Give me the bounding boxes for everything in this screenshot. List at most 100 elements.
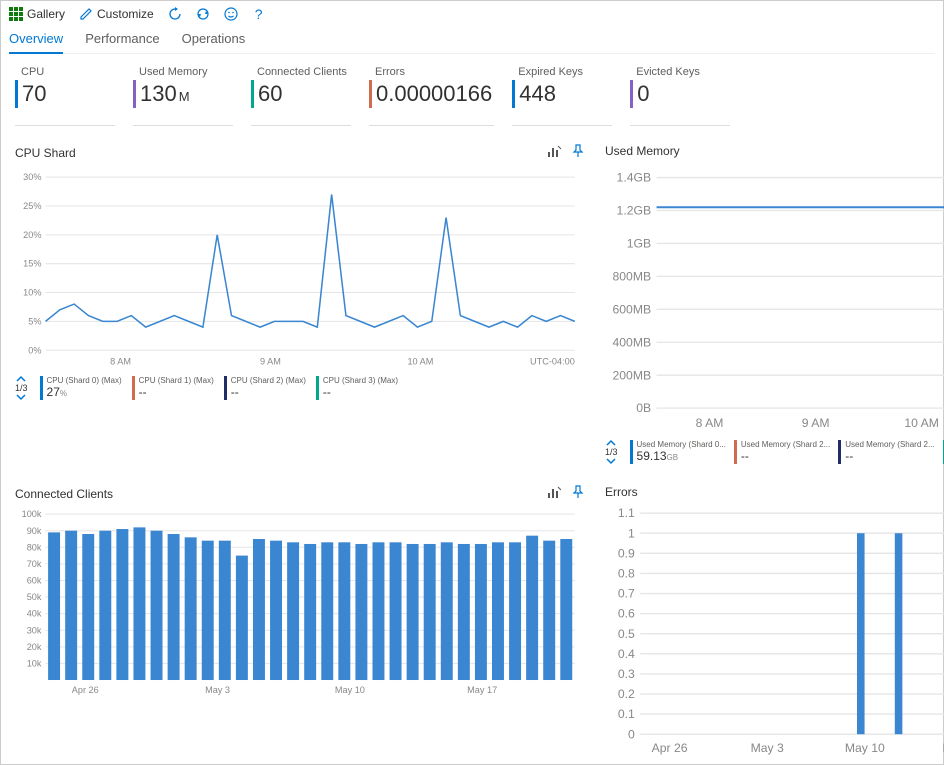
svg-text:600MB: 600MB — [612, 302, 651, 316]
sparkline — [251, 112, 351, 126]
svg-text:1.1: 1.1 — [618, 506, 635, 520]
metric-card[interactable]: Used Memory 130M — [133, 66, 233, 126]
metric-value: 130M — [140, 81, 190, 107]
svg-text:0.2: 0.2 — [618, 687, 635, 701]
refresh-button[interactable] — [168, 7, 182, 21]
metric-card[interactable]: CPU 70 — [15, 66, 115, 126]
sparkline — [133, 112, 233, 126]
svg-text:8 AM: 8 AM — [696, 416, 724, 430]
chevron-up-icon[interactable] — [16, 375, 26, 383]
chart-title: CPU Shard — [15, 146, 76, 160]
sparkline — [512, 112, 612, 126]
bar-chart-icon[interactable] — [547, 144, 561, 161]
svg-text:9 AM: 9 AM — [802, 416, 830, 430]
metric-card[interactable]: Connected Clients 60 — [251, 66, 351, 126]
legend-item[interactable]: Used Memory (Shard 2... -- — [838, 440, 934, 464]
pin-icon[interactable] — [571, 144, 585, 161]
gallery-label: Gallery — [27, 7, 65, 21]
svg-text:15%: 15% — [23, 259, 41, 269]
svg-text:0B: 0B — [636, 401, 651, 415]
cpu-line-chart[interactable]: 0%5%10%15%20%25%30%8 AM9 AM10 AMUTC-04:0… — [15, 167, 585, 371]
gallery-icon — [9, 7, 23, 21]
metric-card[interactable]: Expired Keys 448 — [512, 66, 612, 126]
svg-text:10 AM: 10 AM — [904, 416, 939, 430]
metric-value: 448 — [519, 81, 558, 107]
sparkline — [15, 112, 115, 126]
legend-pager[interactable]: 1/3 — [605, 439, 618, 465]
tab-operations[interactable]: Operations — [182, 27, 246, 53]
help-button[interactable]: ? — [252, 7, 266, 21]
legend-item[interactable]: CPU (Shard 3) (Max) -- — [316, 376, 398, 400]
metric-label: Expired Keys — [512, 66, 612, 78]
metric-label: CPU — [15, 66, 115, 78]
chevron-down-icon[interactable] — [606, 457, 616, 465]
svg-text:70k: 70k — [27, 559, 42, 569]
svg-text:1: 1 — [628, 527, 635, 541]
pin-icon[interactable] — [571, 485, 585, 502]
svg-text:1.4GB: 1.4GB — [617, 171, 652, 185]
metric-value: 0 — [637, 81, 651, 107]
svg-text:May 3: May 3 — [205, 685, 230, 695]
metric-value: 0.00000166 — [376, 81, 494, 107]
legend-pager[interactable]: 1/3 — [15, 375, 28, 401]
refresh-icon — [168, 7, 182, 21]
svg-text:0.5: 0.5 — [618, 627, 635, 641]
svg-text:1.2GB: 1.2GB — [617, 204, 652, 218]
legend-item[interactable]: CPU (Shard 0) (Max) 27% — [40, 376, 122, 400]
svg-text:0.6: 0.6 — [618, 607, 635, 621]
tab-performance[interactable]: Performance — [85, 27, 159, 53]
svg-text:60k: 60k — [27, 576, 42, 586]
errors-bar-chart[interactable]: 00.10.20.30.40.50.60.70.80.911.1Apr 26Ma… — [605, 505, 944, 756]
sparkline — [369, 112, 494, 126]
svg-text:30k: 30k — [27, 626, 42, 636]
metric-card[interactable]: Errors 0.00000166 — [369, 66, 494, 126]
memory-line-chart[interactable]: 0B200MB400MB600MB800MB1GB1.2GB1.4GB8 AM9… — [605, 164, 944, 435]
svg-text:UTC-04:00: UTC-04:00 — [530, 356, 575, 366]
svg-text:May 3: May 3 — [751, 741, 784, 755]
chart-cpu-shard: CPU Shard 0%5%10%15%20%25%30%8 AM9 AM10 … — [15, 144, 585, 465]
toolbar: Gallery Customize ? — [9, 5, 935, 27]
cpu-legend: 1/3 CPU (Shard 0) (Max) 27% CPU (Shard 1… — [15, 375, 585, 401]
legend-item[interactable]: CPU (Shard 2) (Max) -- — [224, 376, 306, 400]
svg-text:25%: 25% — [23, 201, 41, 211]
svg-text:90k: 90k — [27, 526, 42, 536]
svg-text:Apr 26: Apr 26 — [72, 685, 99, 695]
gallery-button[interactable]: Gallery — [9, 7, 65, 21]
tab-overview[interactable]: Overview — [9, 27, 63, 54]
legend-item[interactable]: CPU (Shard 1) (Max) -- — [132, 376, 214, 400]
clients-bar-chart[interactable]: 10k20k30k40k50k60k70k80k90k100kApr 26May… — [15, 508, 585, 696]
auto-refresh-icon — [196, 7, 210, 21]
chevron-up-icon[interactable] — [606, 439, 616, 447]
svg-text:0.1: 0.1 — [618, 707, 635, 721]
metric-label: Connected Clients — [251, 66, 351, 78]
svg-text:400MB: 400MB — [612, 335, 651, 349]
svg-text:May 10: May 10 — [335, 685, 365, 695]
customize-label: Customize — [97, 7, 154, 21]
svg-text:0.9: 0.9 — [618, 547, 635, 561]
svg-text:0.3: 0.3 — [618, 667, 635, 681]
svg-text:May 17: May 17 — [467, 685, 497, 695]
feedback-button[interactable] — [224, 7, 238, 21]
bar-chart-icon[interactable] — [547, 485, 561, 502]
chart-title: Connected Clients — [15, 487, 113, 501]
svg-text:10%: 10% — [23, 288, 41, 298]
svg-text:10 AM: 10 AM — [407, 356, 433, 366]
metric-value: 70 — [22, 81, 48, 107]
legend-item[interactable]: Used Memory (Shard 0... 59.13GB — [630, 440, 726, 464]
metrics-row: CPU 70 Used Memory 130M Connected Client… — [15, 66, 935, 126]
chevron-down-icon[interactable] — [16, 393, 26, 401]
mem-legend: 1/3 Used Memory (Shard 0... 59.13GB Used… — [605, 439, 944, 465]
help-icon: ? — [252, 7, 266, 21]
metric-card[interactable]: Evicted Keys 0 — [630, 66, 730, 126]
customize-button[interactable]: Customize — [79, 7, 154, 21]
auto-refresh-button[interactable] — [196, 7, 210, 21]
legend-item[interactable]: Used Memory (Shard 2... -- — [734, 440, 830, 464]
svg-text:0.7: 0.7 — [618, 587, 635, 601]
svg-text:80k: 80k — [27, 543, 42, 553]
sparkline — [630, 112, 730, 126]
tabs: Overview Performance Operations — [9, 27, 935, 54]
svg-text:0.4: 0.4 — [618, 647, 635, 661]
svg-text:200MB: 200MB — [612, 368, 651, 382]
svg-text:8 AM: 8 AM — [110, 356, 131, 366]
svg-text:100k: 100k — [22, 509, 42, 519]
